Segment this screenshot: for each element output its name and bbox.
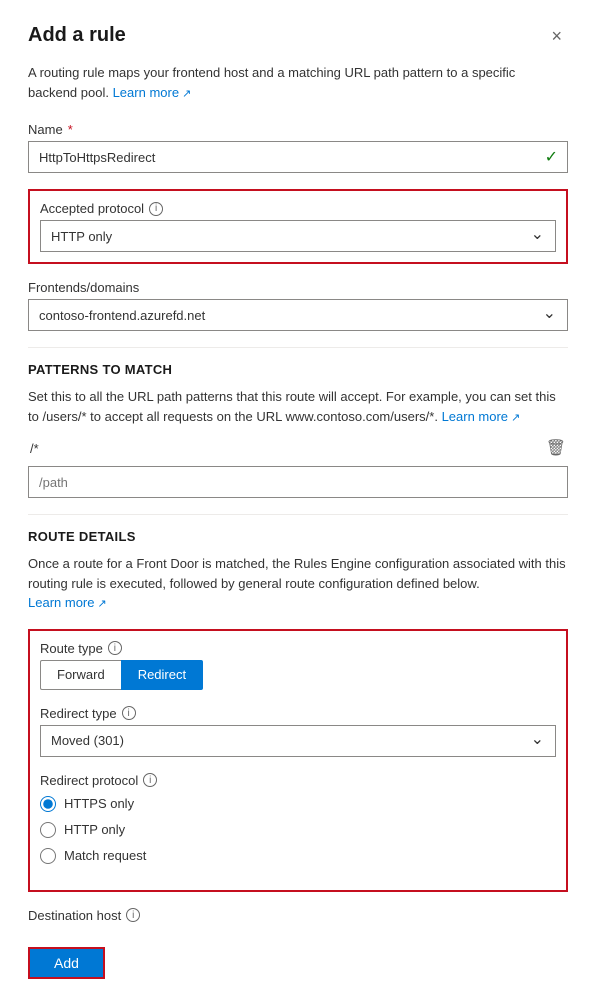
panel-description: A routing rule maps your frontend host a… (28, 63, 568, 102)
patterns-learn-more-link[interactable]: Learn more (442, 409, 521, 424)
redirect-protocol-info-icon[interactable]: i (143, 773, 157, 787)
destination-host-info-icon[interactable]: i (126, 908, 140, 922)
radio-http-only-label: HTTP only (64, 822, 125, 837)
route-type-toggle: Forward Redirect (40, 660, 556, 690)
pattern-row: /* 🗑 (28, 438, 568, 458)
pattern-value: /* (30, 441, 39, 456)
panel-header: Add a rule × (28, 24, 568, 49)
route-type-info-icon[interactable]: i (108, 641, 122, 655)
frontends-domains-label: Frontends/domains (28, 280, 568, 295)
radio-https-only-input[interactable] (40, 796, 56, 812)
frontends-domains-select[interactable]: contoso-frontend.azurefd.net (28, 299, 568, 331)
destination-host-group: Destination host i (28, 908, 568, 923)
radio-http-only[interactable]: HTTP only (40, 822, 556, 838)
delete-pattern-icon[interactable]: 🗑 (546, 438, 566, 458)
patterns-section: PATTERNS TO MATCH Set this to all the UR… (28, 362, 568, 498)
redirect-type-label: Redirect type i (40, 706, 556, 721)
radio-https-only[interactable]: HTTPS only (40, 796, 556, 812)
name-field-group: Name * ✓ (28, 122, 568, 173)
divider-1 (28, 347, 568, 348)
route-type-group: Route type i Forward Redirect (40, 641, 556, 690)
radio-match-request-input[interactable] (40, 848, 56, 864)
add-rule-panel: Add a rule × A routing rule maps your fr… (0, 0, 596, 1003)
route-details-description: Once a route for a Front Door is matched… (28, 554, 568, 613)
redirect-type-select-wrapper: Moved (301) Found (302) Temporary Redire… (40, 725, 556, 757)
accepted-protocol-label: Accepted protocol i (40, 201, 556, 216)
check-mark-icon: ✓ (545, 147, 558, 167)
radio-https-only-label: HTTPS only (64, 796, 134, 811)
redirect-protocol-label: Redirect protocol i (40, 773, 556, 788)
name-label: Name * (28, 122, 568, 137)
route-details-learn-more-link[interactable]: Learn more (28, 595, 107, 610)
required-star: * (68, 122, 73, 137)
route-config-box: Route type i Forward Redirect Redirect t… (28, 629, 568, 892)
add-button[interactable]: Add (28, 947, 105, 979)
name-input-wrapper: ✓ (28, 141, 568, 173)
description-learn-more-link[interactable]: Learn more (113, 85, 192, 100)
name-input[interactable] (28, 141, 568, 173)
panel-title: Add a rule (28, 24, 126, 47)
accepted-protocol-box: Accepted protocol i HTTP only HTTPS only… (28, 189, 568, 264)
add-button-wrapper: Add (28, 923, 568, 979)
redirect-protocol-group: Redirect protocol i HTTPS only HTTP only… (40, 773, 556, 864)
divider-2 (28, 514, 568, 515)
route-type-label: Route type i (40, 641, 556, 656)
radio-http-only-input[interactable] (40, 822, 56, 838)
close-icon[interactable]: × (545, 24, 568, 49)
frontends-domains-group: Frontends/domains contoso-frontend.azure… (28, 280, 568, 331)
patterns-title: PATTERNS TO MATCH (28, 362, 568, 377)
accepted-protocol-select-wrapper: HTTP only HTTPS only HTTP and HTTPS (40, 220, 556, 252)
redirect-protocol-radio-group: HTTPS only HTTP only Match request (40, 796, 556, 864)
radio-match-request[interactable]: Match request (40, 848, 556, 864)
patterns-description: Set this to all the URL path patterns th… (28, 387, 568, 426)
frontends-domains-select-wrapper: contoso-frontend.azurefd.net (28, 299, 568, 331)
radio-match-request-label: Match request (64, 848, 146, 863)
route-details-title: ROUTE DETAILS (28, 529, 568, 544)
redirect-type-info-icon[interactable]: i (122, 706, 136, 720)
path-input[interactable] (28, 466, 568, 498)
redirect-type-group: Redirect type i Moved (301) Found (302) … (40, 706, 556, 757)
accepted-protocol-select[interactable]: HTTP only HTTPS only HTTP and HTTPS (40, 220, 556, 252)
accepted-protocol-info-icon[interactable]: i (149, 202, 163, 216)
route-forward-button[interactable]: Forward (40, 660, 121, 690)
redirect-type-select[interactable]: Moved (301) Found (302) Temporary Redire… (40, 725, 556, 757)
route-redirect-button[interactable]: Redirect (121, 660, 203, 690)
route-details-section: ROUTE DETAILS Once a route for a Front D… (28, 529, 568, 613)
